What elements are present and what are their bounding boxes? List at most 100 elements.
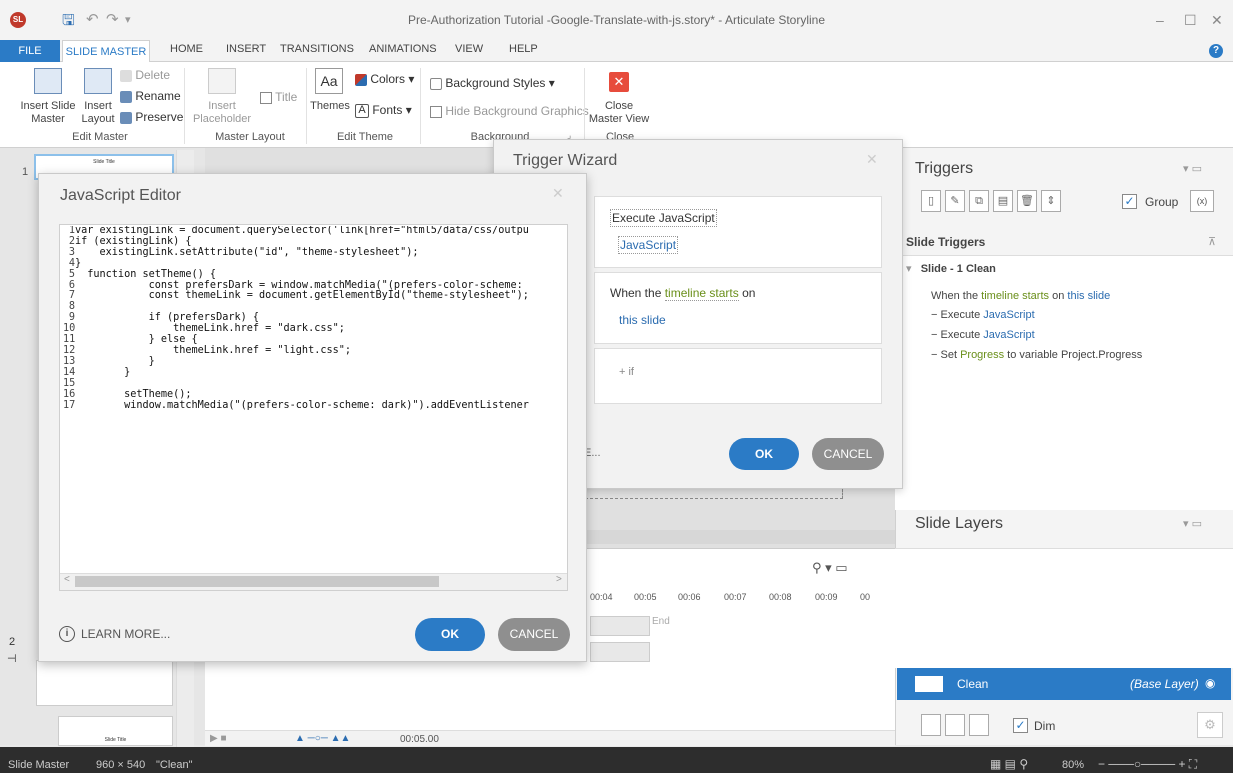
trigger-when-line[interactable]: When the timeline starts on this slide (931, 290, 1110, 302)
javascript-editor-title: JavaScript Editor (60, 187, 181, 204)
close-icon[interactable]: ✕ (866, 151, 878, 168)
code-line[interactable]: 13 } (63, 356, 567, 368)
close-icon[interactable]: ✕ (552, 185, 564, 202)
help-icon[interactable]: ? (1209, 44, 1223, 58)
delete-button[interactable]: Delete (120, 68, 170, 82)
timeline-tick: 00:08 (769, 592, 792, 602)
slide-number: 2 (9, 636, 16, 648)
collapse-icon[interactable]: ⊼ (1208, 235, 1216, 248)
code-content: } else { (75, 334, 198, 346)
copy-trigger-icon[interactable]: ⧉ (969, 190, 989, 212)
minimize-button[interactable]: – (1156, 12, 1164, 28)
when-dropdown[interactable]: When the timeline starts on (610, 286, 755, 301)
eye-icon[interactable]: ◉ (1205, 676, 1215, 690)
learn-more-link[interactable]: LEARN MORE... (81, 627, 170, 641)
timeline-tools-icon[interactable]: ⚲ ▾ ▭ (812, 560, 848, 576)
tab-slide-master[interactable]: SLIDE MASTER (62, 40, 150, 63)
variables-button[interactable]: (x) (1190, 190, 1214, 212)
tab-home[interactable]: HOME (170, 43, 203, 55)
code-text[interactable]: 1var existingLink = document.querySelect… (63, 226, 567, 411)
scrollbar-thumb[interactable] (75, 576, 439, 587)
panel-options-icon[interactable]: ▾ ▭ (1183, 162, 1202, 175)
timeline-tick: 00:09 (815, 592, 838, 602)
zoom-level: 80% (1062, 759, 1085, 771)
master-layout-group-label: Master Layout (215, 131, 285, 143)
insert-slide-master-icon[interactable] (34, 68, 62, 94)
edit-trigger-icon[interactable]: ✎ (945, 190, 965, 212)
maximize-button[interactable]: ☐ (1184, 12, 1197, 29)
preserve-button[interactable]: Preserve (120, 110, 183, 124)
timeline-row[interactable] (590, 642, 650, 662)
timeline-tick: 00:04 (590, 592, 613, 602)
tab-view[interactable]: VIEW (455, 43, 483, 55)
timeline-tick: 00:06 (678, 592, 701, 602)
trigger-action[interactable]: − Execute JavaScript (931, 309, 1035, 321)
trigger-action[interactable]: − Execute JavaScript (931, 329, 1035, 341)
new-layer-icon[interactable] (921, 714, 941, 736)
close-master-view-button[interactable]: Close Master View (586, 100, 652, 126)
reorder-trigger-icon[interactable]: ⇕ (1041, 190, 1061, 212)
object-dropdown[interactable]: this slide (619, 313, 666, 327)
add-condition-link[interactable]: + if (619, 366, 634, 378)
themes-button[interactable]: Themes (310, 100, 350, 113)
timeline-play-controls[interactable]: ▶ ■ (210, 733, 227, 744)
trigger-action[interactable]: − Set Progress to variable Project.Progr… (931, 349, 1142, 361)
expand-chevron-icon[interactable]: ▾ (906, 263, 915, 275)
rename-button[interactable]: Rename (120, 89, 181, 103)
layout-thumbnail[interactable]: Slide Title (58, 716, 173, 746)
title-checkbox-box (260, 91, 272, 104)
insert-placeholder-icon[interactable] (208, 68, 236, 94)
triggers-title: Triggers (915, 160, 974, 177)
javascript-cancel-button[interactable]: CANCEL (498, 618, 570, 651)
close-window-button[interactable]: ✕ (1211, 12, 1223, 29)
code-line[interactable]: 14 } (63, 367, 567, 379)
conditions-section (594, 348, 882, 404)
placeholder-outline (565, 489, 843, 499)
tab-insert[interactable]: INSERT (226, 43, 266, 55)
tab-file[interactable]: FILE (0, 40, 60, 62)
trigger-ok-button[interactable]: OK (729, 438, 799, 470)
insert-layout-icon[interactable] (84, 68, 112, 94)
view-mode-icons[interactable]: ▦ ▤ ⚲ (990, 757, 1028, 771)
close-master-view-icon[interactable]: ✕ (609, 72, 629, 92)
themes-icon[interactable]: Aa (315, 68, 343, 94)
new-trigger-icon[interactable]: ▯ (921, 190, 941, 212)
javascript-link[interactable]: JavaScript (618, 236, 679, 254)
scroll-left-icon[interactable]: < (64, 574, 70, 585)
delete-layer-icon[interactable] (969, 714, 989, 736)
insert-placeholder-button[interactable]: Insert Placeholder (186, 100, 258, 126)
tab-animations[interactable]: ANIMATIONS (369, 43, 437, 55)
slide-thumbnail-2[interactable] (36, 660, 173, 706)
timeline-row[interactable] (590, 616, 650, 636)
info-icon[interactable]: i (59, 626, 75, 642)
title-checkbox[interactable]: Title (260, 90, 297, 104)
tab-help[interactable]: HELP (509, 43, 538, 55)
panel-options-icon[interactable]: ▾ ▭ (1183, 517, 1202, 530)
duplicate-layer-icon[interactable] (945, 714, 965, 736)
code-line[interactable]: 7 const themeLink = document.getElementB… (63, 290, 567, 302)
gear-icon[interactable]: ⚙ (1197, 712, 1223, 738)
trigger-slide-name[interactable]: ▾ Slide - 1 Clean (906, 262, 996, 275)
code-line[interactable]: 17 window.matchMedia("(prefers-color-sch… (63, 400, 567, 412)
code-line[interactable]: 3 existingLink.setAttribute("id", "theme… (63, 247, 567, 259)
dim-checkbox[interactable]: ✓ (1013, 718, 1028, 733)
delete-trigger-icon[interactable]: 🗑 (1017, 190, 1037, 212)
fonts-button[interactable]: A Fonts ▾ (355, 103, 412, 118)
insert-layout-button[interactable]: Insert Layout (76, 100, 120, 126)
colors-button[interactable]: Colors ▾ (355, 72, 414, 86)
timeline-zoom-slider[interactable]: ▲ ─○─ ▲▲ (295, 733, 350, 744)
zoom-slider[interactable]: − ───○──── + ⛶ (1098, 757, 1197, 772)
hide-background-graphics-checkbox[interactable]: Hide Background Graphics (430, 104, 589, 118)
insert-slide-master-button[interactable]: Insert Slide Master (18, 100, 78, 126)
action-dropdown[interactable]: Execute JavaScript (610, 209, 717, 227)
paste-trigger-icon[interactable]: ▤ (993, 190, 1013, 212)
scroll-right-icon[interactable]: > (556, 574, 562, 585)
layer-thumbnail (915, 676, 943, 692)
group-checkbox[interactable]: ✓ (1122, 194, 1137, 209)
javascript-ok-button[interactable]: OK (415, 618, 485, 651)
trigger-cancel-button[interactable]: CANCEL (812, 438, 884, 470)
tab-transitions[interactable]: TRANSITIONS (280, 43, 354, 55)
ribbon-separator (584, 68, 585, 144)
background-styles-button[interactable]: Background Styles ▾ (430, 76, 555, 90)
code-content: themeLink.href = "dark.css"; (75, 323, 345, 335)
